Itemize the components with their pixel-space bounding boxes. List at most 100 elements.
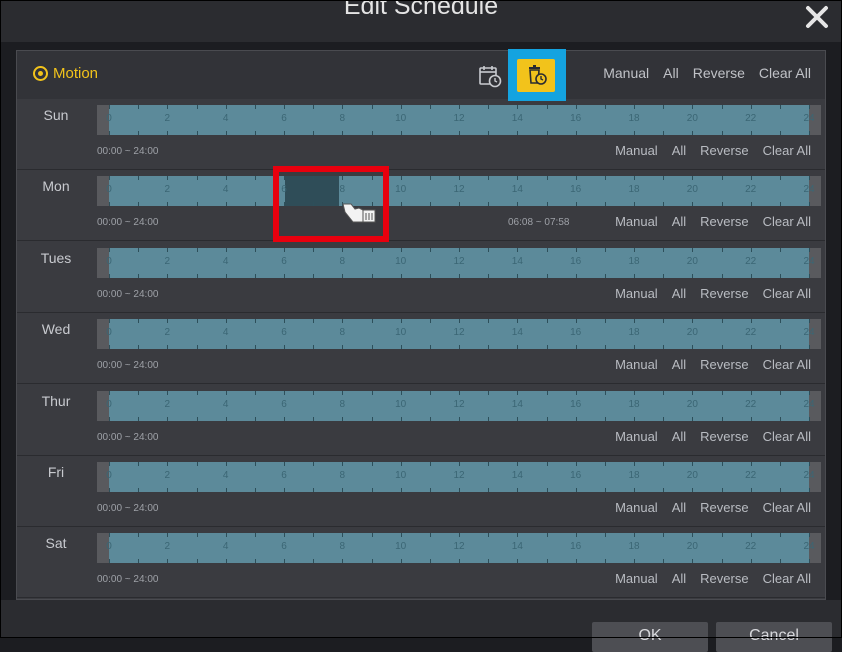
tick-label: 10 — [395, 255, 407, 267]
hour-tick — [488, 390, 490, 421]
row-actions: Manual All Reverse Clear All — [615, 571, 811, 586]
clear-all-link[interactable]: Clear All — [763, 500, 811, 515]
reverse-link[interactable]: Reverse — [700, 214, 748, 229]
all-link[interactable]: All — [672, 429, 686, 444]
tick-label: 6 — [281, 255, 287, 267]
hour-tick — [488, 247, 490, 278]
tick-label: 16 — [570, 327, 582, 339]
manual-link[interactable]: Manual — [615, 357, 658, 372]
tick-label: 20 — [686, 470, 698, 481]
reverse-link[interactable]: Reverse — [700, 571, 748, 586]
clear-all-link[interactable]: Clear All — [763, 357, 811, 372]
tick-label: 22 — [745, 113, 757, 124]
cancel-button[interactable]: Cancel — [716, 622, 832, 652]
tick-label: 0 — [106, 255, 112, 267]
tick-label: 10 — [395, 184, 407, 196]
schedule-range-text: 00:00 ~ 24:00 — [97, 288, 159, 300]
manual-link[interactable]: Manual — [615, 214, 658, 229]
hour-tick — [604, 390, 606, 421]
schedule-delete-button[interactable] — [517, 59, 555, 92]
tick-label: 22 — [745, 255, 757, 267]
manual-all-link[interactable]: Manual — [603, 65, 649, 81]
tick-label: 4 — [222, 255, 229, 267]
tick-label: 10 — [395, 398, 407, 410]
tick-label: 14 — [511, 398, 523, 410]
tick-label: 12 — [453, 541, 465, 553]
clear-all-link[interactable]: Clear All — [763, 429, 811, 444]
day-row-0: Sun 0 2 4 6 8 10 12 14 16 18 20 22 24 00:00 ~ 24:00 Man… — [17, 99, 825, 170]
manual-link[interactable]: Manual — [615, 429, 658, 444]
tick-label: 8 — [339, 470, 346, 481]
tick-label: 8 — [339, 113, 346, 124]
hour-tick — [371, 247, 373, 278]
schedule-panel: Motion Manual All Reverse Clear All Sun … — [16, 49, 826, 600]
hour-tick — [429, 105, 431, 135]
tick-label: 18 — [628, 398, 640, 410]
schedule-timeline[interactable]: 0 2 4 6 8 10 12 14 16 18 20 22 24 — [97, 390, 821, 421]
tick-label: 12 — [453, 184, 465, 196]
tick-label: 0 — [106, 184, 112, 196]
clear-all-link[interactable]: Clear All — [763, 214, 811, 229]
hour-tick — [313, 390, 315, 421]
manual-link[interactable]: Manual — [615, 286, 658, 301]
hour-tick — [138, 390, 140, 421]
all-link[interactable]: All — [672, 286, 686, 301]
schedule-timeline[interactable]: 0 2 4 6 8 10 12 14 16 18 20 22 24 — [97, 176, 821, 207]
all-link[interactable]: All — [672, 571, 686, 586]
hour-tick — [779, 176, 781, 207]
reverse-link[interactable]: Reverse — [700, 357, 748, 372]
motion-radio[interactable]: Motion — [33, 65, 98, 82]
reverse-link[interactable]: Reverse — [700, 143, 748, 158]
hour-tick — [779, 462, 781, 492]
reverse-link[interactable]: Reverse — [700, 429, 748, 444]
reverse-link[interactable]: Reverse — [700, 286, 748, 301]
hour-tick — [663, 462, 665, 492]
all-link[interactable]: All — [672, 500, 686, 515]
tick-label: 24 — [803, 327, 815, 339]
row-actions: Manual All Reverse Clear All — [615, 429, 811, 444]
reverse-link[interactable]: Reverse — [700, 500, 748, 515]
hour-tick — [546, 319, 548, 350]
tick-label: 14 — [511, 541, 523, 553]
all-all-link[interactable]: All — [663, 65, 679, 81]
clear-all-link[interactable]: Clear All — [763, 571, 811, 586]
tick-label: 2 — [164, 255, 171, 267]
hour-tick — [371, 462, 373, 492]
reverse-all-link[interactable]: Reverse — [693, 65, 745, 81]
manual-link[interactable]: Manual — [615, 571, 658, 586]
close-icon[interactable] — [804, 4, 830, 30]
schedule-timeline[interactable]: 0 2 4 6 8 10 12 14 16 18 20 22 24 — [97, 462, 821, 492]
schedule-add-icon[interactable] — [477, 63, 503, 89]
ok-button[interactable]: OK — [592, 622, 708, 652]
hour-tick — [254, 247, 256, 278]
schedule-range-text: 00:00 ~ 24:00 — [97, 503, 159, 514]
hand-delete-cursor-icon — [342, 203, 376, 223]
tick-label: 4 — [222, 398, 229, 410]
all-link[interactable]: All — [672, 143, 686, 158]
hour-tick — [196, 176, 198, 207]
all-link[interactable]: All — [672, 214, 686, 229]
schedule-timeline[interactable]: 0 2 4 6 8 10 12 14 16 18 20 22 24 — [97, 247, 821, 278]
hour-tick — [138, 247, 140, 278]
tick-label: 2 — [164, 541, 171, 553]
schedule-timeline[interactable]: 0 2 4 6 8 10 12 14 16 18 20 22 24 — [97, 319, 821, 350]
all-link[interactable]: All — [672, 357, 686, 372]
hour-tick — [429, 319, 431, 350]
schedule-range-text: 00:00 ~ 24:00 — [97, 146, 159, 157]
clear-all-link[interactable]: Clear All — [763, 286, 811, 301]
manual-link[interactable]: Manual — [615, 500, 658, 515]
schedule-range-text: 00:00 ~ 24:00 — [97, 360, 159, 372]
clear-all-link[interactable]: Clear All — [763, 143, 811, 158]
tick-label: 14 — [511, 113, 523, 124]
tick-label: 22 — [745, 327, 757, 339]
tick-label: 24 — [803, 184, 815, 196]
tick-label: 16 — [570, 398, 582, 410]
manual-link[interactable]: Manual — [615, 143, 658, 158]
schedule-timeline[interactable]: 0 2 4 6 8 10 12 14 16 18 20 22 24 — [97, 105, 821, 135]
tick-label: 2 — [164, 327, 171, 339]
radio-selected-icon — [33, 66, 48, 81]
schedule-timeline[interactable]: 0 2 4 6 8 10 12 14 16 18 20 22 24 — [97, 533, 821, 564]
day-label: Thur — [41, 392, 71, 409]
tick-label: 24 — [803, 470, 815, 481]
clear-all-global-link[interactable]: Clear All — [759, 65, 811, 81]
